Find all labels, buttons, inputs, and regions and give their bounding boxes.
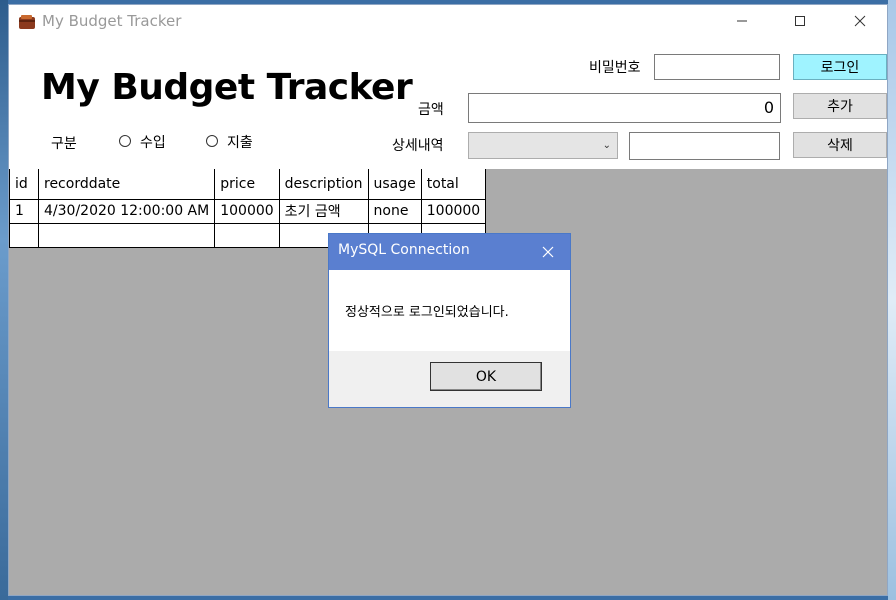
expense-label[interactable]: 지출 <box>227 132 253 152</box>
detail-select[interactable]: ⌄ <box>468 132 618 159</box>
column-header[interactable]: price <box>214 169 280 200</box>
column-header[interactable]: recorddate <box>37 169 216 200</box>
table-cell[interactable] <box>37 222 216 248</box>
wallet-icon <box>18 14 36 30</box>
income-label[interactable]: 수입 <box>140 132 166 152</box>
dialog-title-bar[interactable]: MySQL Connection <box>329 234 570 270</box>
income-radio[interactable] <box>119 135 131 147</box>
amount-input[interactable]: 0 <box>468 93 781 123</box>
detail-text-input[interactable] <box>629 132 780 160</box>
amount-label: 금액 <box>418 102 444 118</box>
column-header[interactable]: usage <box>367 169 422 200</box>
column-header[interactable]: id <box>9 169 39 200</box>
column-header[interactable]: description <box>278 169 369 200</box>
table-cell[interactable]: 100000 <box>214 198 280 224</box>
password-input[interactable] <box>654 54 780 80</box>
table-cell[interactable]: 4/30/2020 12:00:00 AM <box>37 198 216 224</box>
column-header[interactable]: total <box>420 169 487 200</box>
table-cell[interactable]: none <box>367 198 422 224</box>
ok-button[interactable]: OK <box>430 362 542 391</box>
table-cell[interactable]: 초기 금액 <box>278 198 369 224</box>
app-heading: My Budget Tracker <box>41 67 413 108</box>
table-cell[interactable] <box>9 222 39 248</box>
maximize-button[interactable] <box>777 5 823 37</box>
password-label: 비밀번호 <box>589 60 641 76</box>
table-cell[interactable]: 1 <box>9 198 39 224</box>
title-bar[interactable]: My Budget Tracker <box>9 5 887 37</box>
window-title: My Budget Tracker <box>42 12 182 30</box>
table-cell[interactable] <box>214 222 280 248</box>
category-label: 구분 <box>51 136 77 152</box>
desktop-background-right <box>888 0 896 600</box>
dialog-message: 정상적으로 로그인되었습니다. <box>345 305 509 320</box>
login-button[interactable]: 로그인 <box>793 54 887 80</box>
dialog-title: MySQL Connection <box>338 242 470 258</box>
minimize-icon <box>737 20 747 22</box>
table-row[interactable]: 1 4/30/2020 12:00:00 AM 100000 초기 금액 non… <box>9 198 487 224</box>
delete-button[interactable]: 삭제 <box>793 132 887 158</box>
close-button[interactable] <box>837 5 883 37</box>
table-header-row: id recorddate price description usage to… <box>9 169 487 200</box>
add-button[interactable]: 추가 <box>793 93 887 119</box>
close-icon <box>542 246 554 258</box>
detail-label: 상세내역 <box>392 138 444 154</box>
dialog-footer: OK <box>329 351 570 407</box>
message-dialog: MySQL Connection 정상적으로 로그인되었습니다. OK <box>328 233 571 408</box>
maximize-icon <box>795 16 805 26</box>
expense-radio[interactable] <box>206 135 218 147</box>
dialog-close-button[interactable] <box>526 234 570 270</box>
minimize-button[interactable] <box>719 5 765 37</box>
table-cell[interactable]: 100000 <box>420 198 487 224</box>
close-icon <box>854 15 866 27</box>
chevron-down-icon: ⌄ <box>602 140 611 151</box>
desktop-background-left <box>0 0 8 600</box>
